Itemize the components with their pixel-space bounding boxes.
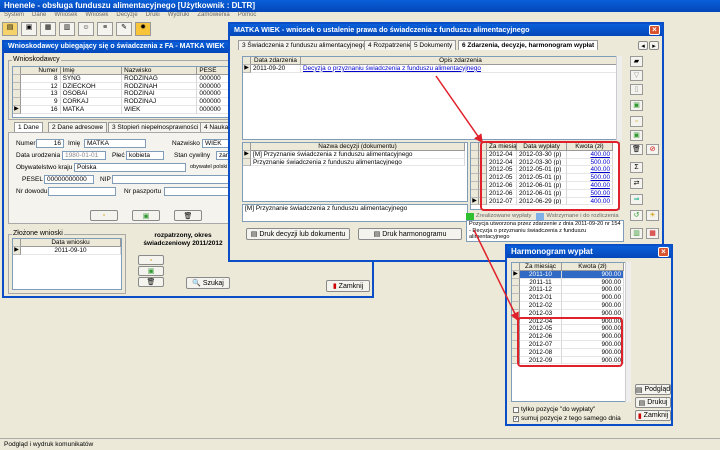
arrow-to-schedule — [473, 229, 519, 322]
annotation-arrows — [435, 75, 519, 322]
statusbar: Podgląd i wydruk komunikatów — [0, 438, 720, 450]
arrow-to-payments — [435, 75, 483, 144]
